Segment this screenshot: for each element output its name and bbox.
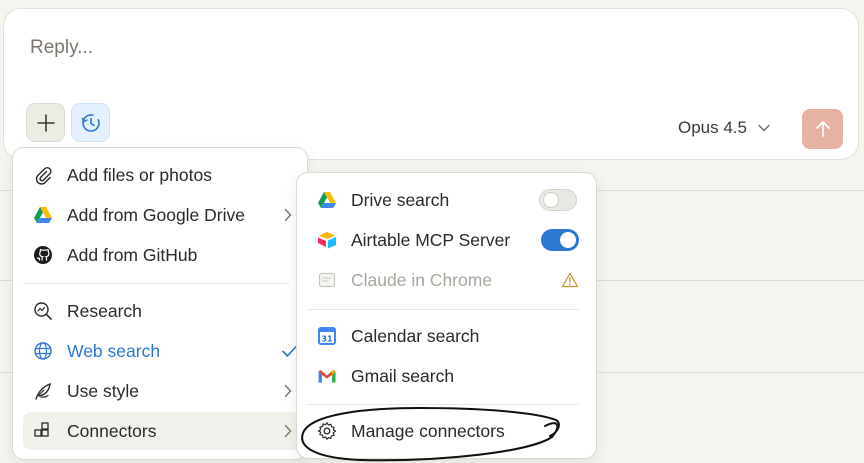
connector-label: Calendar search [351, 325, 480, 346]
model-label: Opus 4.5 [678, 118, 747, 137]
connector-label: Manage connectors [351, 420, 505, 441]
calendar-icon-text: 31 [321, 335, 333, 344]
paperclip-icon [33, 165, 53, 185]
airtable-icon [317, 230, 337, 250]
google-drive-icon [33, 205, 53, 225]
drive-search-toggle[interactable] [539, 189, 577, 211]
airtable-toggle[interactable] [541, 229, 579, 251]
gmail-icon [317, 366, 337, 386]
menu-item-add-files[interactable]: Add files or photos [23, 157, 301, 193]
warning-icon [561, 272, 579, 288]
menu-item-research[interactable]: Research [23, 293, 301, 329]
chevron-down-icon [758, 124, 770, 132]
google-drive-icon [317, 190, 337, 210]
history-button[interactable] [71, 103, 110, 142]
menu-item-github[interactable]: Add from GitHub [23, 237, 301, 273]
menu-item-use-style[interactable]: Use style [23, 373, 301, 409]
github-icon [33, 245, 53, 265]
menu-item-connectors[interactable]: Connectors [23, 412, 301, 450]
menu-item-label: Web search [67, 340, 161, 361]
chevron-right-icon [284, 384, 292, 398]
menu-item-label: Use style [67, 380, 139, 401]
connector-airtable[interactable]: Airtable MCP Server [307, 222, 589, 258]
google-calendar-icon: 31 [317, 326, 337, 346]
research-icon [33, 301, 53, 321]
menu-item-label: Research [67, 300, 142, 321]
connector-gmail-search[interactable]: Gmail search [307, 358, 589, 394]
chrome-extension-icon [317, 270, 337, 290]
menu-item-google-drive[interactable]: Add from Google Drive [23, 197, 301, 233]
connector-calendar-search[interactable]: 31 Calendar search [307, 318, 589, 354]
connector-label: Airtable MCP Server [351, 229, 511, 250]
globe-icon [33, 341, 53, 361]
connectors-submenu: Drive search Airtable MCP Server Claude … [296, 172, 597, 459]
menu-item-label: Add from GitHub [67, 244, 198, 265]
gear-icon [317, 421, 337, 441]
menu-separator [307, 404, 579, 405]
menu-item-web-search[interactable]: Web search [23, 333, 301, 369]
chevron-right-icon [284, 424, 292, 438]
reply-composer: Opus 4.5 [3, 8, 859, 160]
connector-label: Drive search [351, 189, 450, 210]
model-selector[interactable]: Opus 4.5 [678, 118, 771, 138]
chevron-right-icon [284, 208, 292, 222]
connector-claude-in-chrome: Claude in Chrome [307, 262, 589, 298]
menu-separator [23, 283, 289, 284]
feather-icon [33, 381, 53, 401]
menu-item-label: Connectors [67, 420, 157, 441]
menu-item-label: Add from Google Drive [67, 204, 245, 225]
clock-icon [81, 113, 100, 132]
arrow-up-icon [815, 121, 830, 137]
manage-connectors-item[interactable]: Manage connectors [307, 413, 589, 449]
plus-icon [36, 113, 55, 132]
send-button[interactable] [802, 109, 843, 149]
connector-label: Claude in Chrome [351, 269, 493, 290]
reply-input[interactable] [30, 37, 630, 59]
menu-separator [307, 309, 579, 310]
attach-menu: Add files or photos Add from Google Driv… [12, 147, 308, 460]
menu-item-label: Add files or photos [67, 164, 212, 185]
connectors-icon [33, 421, 53, 441]
add-content-button[interactable] [26, 103, 65, 142]
connector-drive-search[interactable]: Drive search [307, 182, 589, 218]
connector-label: Gmail search [351, 365, 455, 386]
